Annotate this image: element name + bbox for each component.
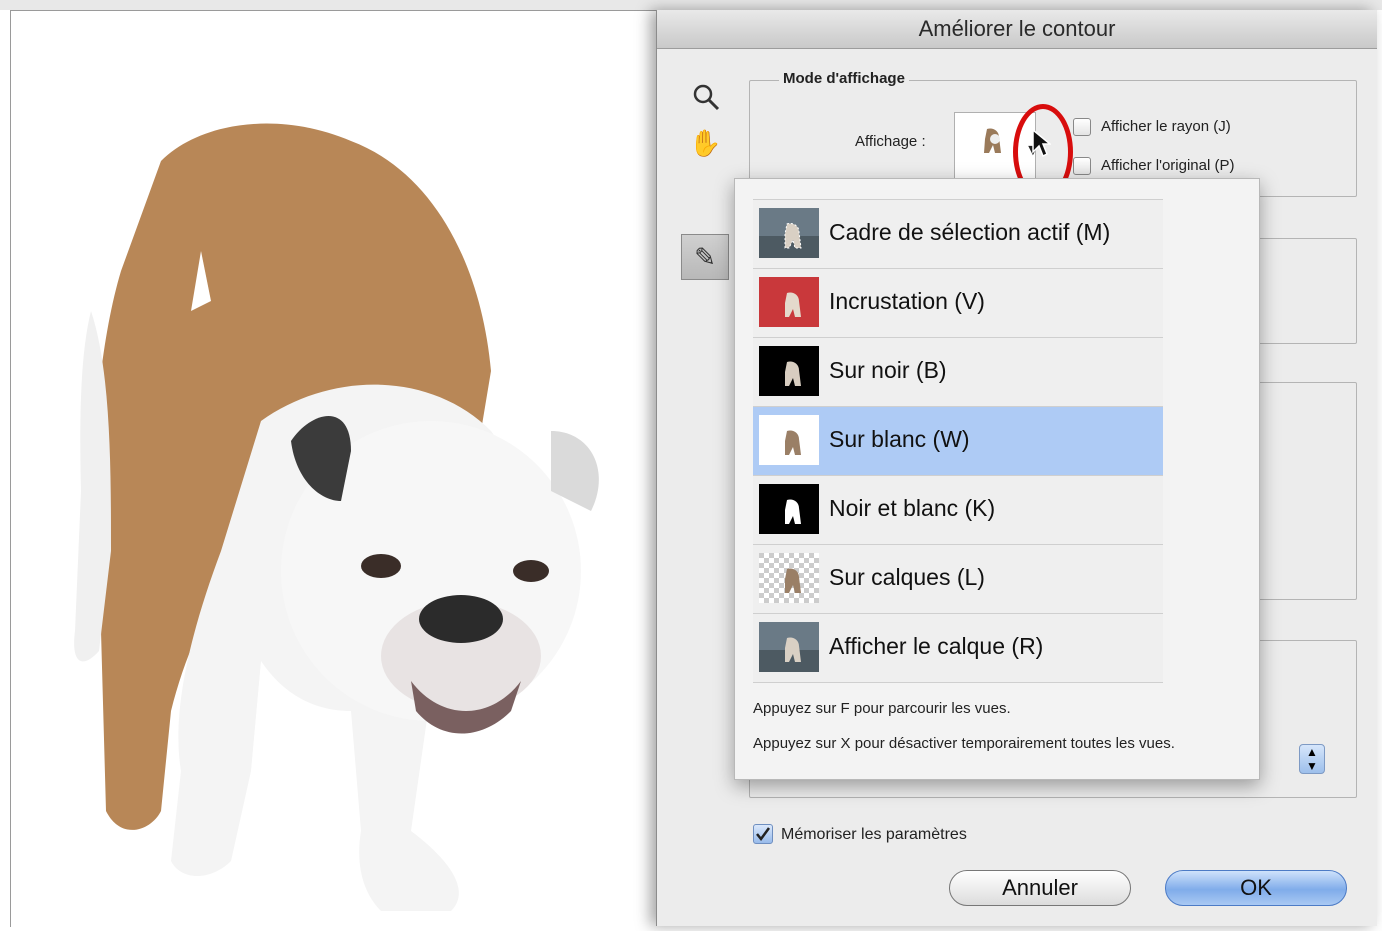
dialog-title: Améliorer le contour (657, 10, 1377, 49)
on-white-thumb (759, 415, 819, 465)
show-radius-label: Afficher le rayon (J) (1101, 118, 1231, 135)
on-black-thumb (759, 346, 819, 396)
menu-item-label: Afficher le calque (R) (829, 633, 1044, 659)
menu-item-marching-ants[interactable]: Cadre de sélection actif (M) (753, 199, 1163, 268)
checkmark-icon (756, 827, 771, 842)
menu-item-label: Incrustation (V) (829, 288, 985, 314)
menu-item-on-white[interactable]: Sur blanc (W) (753, 406, 1163, 475)
show-original-label: Afficher l'original (P) (1101, 157, 1235, 174)
show-radius-checkbox[interactable] (1073, 118, 1091, 136)
menu-item-label: Cadre de sélection actif (M) (829, 219, 1111, 245)
output-dropdown-stepper[interactable]: ▲ ▼ (1299, 744, 1325, 774)
menu-item-label: Sur blanc (W) (829, 426, 970, 452)
menu-item-show-layer[interactable]: Afficher le calque (R) (753, 613, 1163, 683)
red-overlay-thumb (759, 277, 819, 327)
view-thumbnail-dog (984, 128, 1001, 153)
menu-item-on-black[interactable]: Sur noir (B) (753, 337, 1163, 406)
bulldog-image (74, 123, 599, 911)
hand-icon[interactable]: ✋ (689, 128, 721, 159)
remember-label: Mémoriser les paramètres (781, 826, 967, 843)
remember-checkbox[interactable] (753, 824, 773, 844)
image-canvas[interactable] (10, 10, 671, 927)
mask-thumb (759, 484, 819, 534)
display-mode-legend: Mode d'affichage (779, 70, 909, 87)
menu-item-black-white[interactable]: Noir et blanc (K) (753, 475, 1163, 544)
zoom-icon[interactable] (691, 82, 721, 119)
hint-disable-views: Appuyez sur X pour désactiver temporaire… (753, 735, 1175, 752)
transparency-thumb (759, 553, 819, 603)
show-original-checkbox[interactable] (1073, 157, 1091, 175)
cancel-button[interactable]: Annuler (949, 870, 1131, 906)
ok-button[interactable]: OK (1165, 870, 1347, 906)
hint-cycle-views: Appuyez sur F pour parcourir les vues. (753, 700, 1011, 717)
menu-item-label: Sur calques (L) (829, 564, 985, 590)
marching-ants-thumb (759, 208, 819, 258)
cursor-icon (1031, 128, 1053, 166)
window-top-strip (0, 0, 1382, 10)
menu-item-on-layers[interactable]: Sur calques (L) (753, 544, 1163, 613)
menu-item-label: Noir et blanc (K) (829, 495, 996, 521)
refine-brush-icon[interactable]: ✎ (681, 234, 729, 280)
menu-item-label: Sur noir (B) (829, 357, 947, 383)
display-label: Affichage : (855, 133, 926, 150)
view-mode-menu: Cadre de sélection actif (M) Incrustatio… (734, 178, 1260, 780)
layer-thumb (759, 622, 819, 672)
menu-item-overlay[interactable]: Incrustation (V) (753, 268, 1163, 337)
